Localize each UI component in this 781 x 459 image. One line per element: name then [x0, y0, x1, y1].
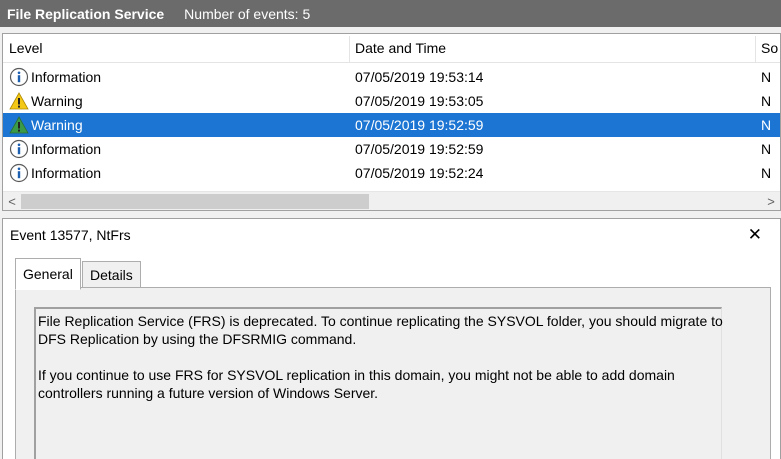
warning-icon	[9, 115, 29, 135]
event-count: Number of events: 5	[184, 5, 311, 22]
event-row[interactable]: Information 07/05/2019 19:53:14 N	[3, 65, 780, 89]
event-message-box[interactable]: File Replication Service (FRS) is deprec…	[34, 307, 723, 459]
event-row[interactable]: Warning 07/05/2019 19:53:05 N	[3, 89, 780, 113]
event-level: Warning	[31, 117, 83, 133]
event-level: Information	[31, 141, 102, 157]
information-icon	[9, 163, 29, 183]
information-icon	[9, 67, 29, 87]
message-paragraph: File Replication Service (FRS) is deprec…	[38, 313, 723, 347]
event-detail-title: Event 13577, NtFrs	[10, 227, 131, 243]
log-title: File Replication Service	[7, 5, 165, 22]
event-source: N	[761, 117, 772, 133]
event-source: N	[761, 141, 772, 157]
close-icon[interactable]: ✕	[748, 225, 762, 245]
event-datetime: 07/05/2019 19:52:24	[355, 165, 484, 181]
event-level: Information	[31, 165, 102, 181]
scroll-left-arrow[interactable]: <	[3, 192, 21, 210]
tab-details[interactable]: Details	[82, 261, 141, 289]
event-source: N	[761, 165, 772, 181]
tab-general[interactable]: General	[15, 258, 81, 290]
event-level: Information	[31, 69, 102, 85]
column-level[interactable]: Level	[3, 34, 42, 63]
event-message: File Replication Service (FRS) is deprec…	[38, 312, 728, 402]
event-datetime: 07/05/2019 19:52:59	[355, 117, 484, 133]
event-datetime: 07/05/2019 19:52:59	[355, 141, 484, 157]
column-header: Level Date and Time So	[3, 34, 780, 63]
column-source[interactable]: So	[755, 34, 778, 63]
column-datetime[interactable]: Date and Time	[349, 34, 446, 63]
scroll-right-arrow[interactable]: >	[762, 192, 780, 210]
information-icon	[9, 139, 29, 159]
events-list[interactable]: Level Date and Time So Information 07/05/…	[2, 33, 781, 211]
event-level: Warning	[31, 93, 83, 109]
message-paragraph: If you continue to use FRS for SYSVOL re…	[38, 367, 675, 401]
horizontal-scrollbar[interactable]: < >	[3, 191, 780, 210]
event-datetime: 07/05/2019 19:53:05	[355, 93, 484, 109]
event-row[interactable]: Information 07/05/2019 19:52:59 N	[3, 137, 780, 161]
scrollbar-thumb[interactable]	[21, 194, 369, 209]
warning-icon	[9, 91, 29, 111]
event-datetime: 07/05/2019 19:53:14	[355, 69, 484, 85]
event-detail-pane: Event 13577, NtFrs ✕ General Details Fil…	[2, 218, 781, 459]
event-row[interactable]: Information 07/05/2019 19:52:24 N	[3, 161, 780, 185]
event-source: N	[761, 93, 772, 109]
general-tab-body: File Replication Service (FRS) is deprec…	[15, 287, 771, 459]
event-row[interactable]: Warning 07/05/2019 19:52:59 N	[3, 113, 780, 137]
event-source: N	[761, 69, 772, 85]
window-header: File Replication Service Number of event…	[0, 0, 781, 27]
